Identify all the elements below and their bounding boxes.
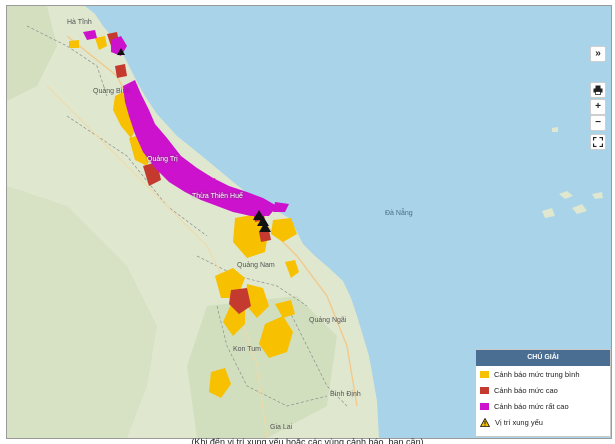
legend-item-vulnerable: Vị trí xung yếu	[476, 414, 610, 430]
place-label: Kon Tum	[233, 346, 262, 353]
legend-swatch	[480, 402, 489, 410]
legend-item-high: Cảnh báo mức cao	[476, 382, 610, 398]
place-label: Bình Định	[330, 391, 361, 398]
fullscreen-button[interactable]	[590, 134, 606, 150]
legend-label: Vị trí xung yếu	[495, 417, 543, 427]
place-label: Quảng Bình	[93, 88, 131, 95]
legend-item-medium: Cảnh báo mức trung bình	[476, 366, 610, 382]
zoom-out-button[interactable]: −	[590, 115, 606, 131]
legend-swatch	[480, 386, 489, 394]
place-label: Quảng Nam	[237, 262, 275, 269]
map-container[interactable]: Hà Tĩnh Quảng Bình Quảng Trị Thừa Thiên …	[6, 5, 612, 439]
expand-panel-button[interactable]: »	[590, 46, 606, 62]
legend-title: CHÚ GIẢI	[476, 350, 610, 366]
map-legend: CHÚ GIẢI Cảnh báo mức trung bình Cảnh bá…	[475, 349, 611, 437]
legend-swatch	[480, 370, 489, 378]
legend-item-very-high: Cảnh báo mức rất cao	[476, 398, 610, 414]
legend-label: Cảnh báo mức rất cao	[494, 401, 569, 411]
warning-triangle-icon	[480, 417, 490, 427]
place-label: Gia Lai	[270, 424, 293, 431]
place-label: Hà Tĩnh	[67, 19, 92, 26]
legend-label: Cảnh báo mức cao	[494, 385, 558, 395]
place-label: Thừa Thiên Huế	[192, 193, 243, 200]
fullscreen-icon	[592, 136, 604, 148]
print-button[interactable]	[590, 82, 606, 98]
printer-icon	[593, 85, 603, 95]
place-label: Quảng Ngãi	[309, 317, 347, 324]
map-caption: (Khi đến vị trí xung yếu hoặc các vùng c…	[191, 438, 424, 444]
place-label: Đà Nẵng	[385, 210, 413, 217]
legend-label: Cảnh báo mức trung bình	[494, 369, 580, 379]
zoom-in-button[interactable]: +	[590, 99, 606, 115]
place-label: Quảng Trị	[147, 156, 178, 163]
